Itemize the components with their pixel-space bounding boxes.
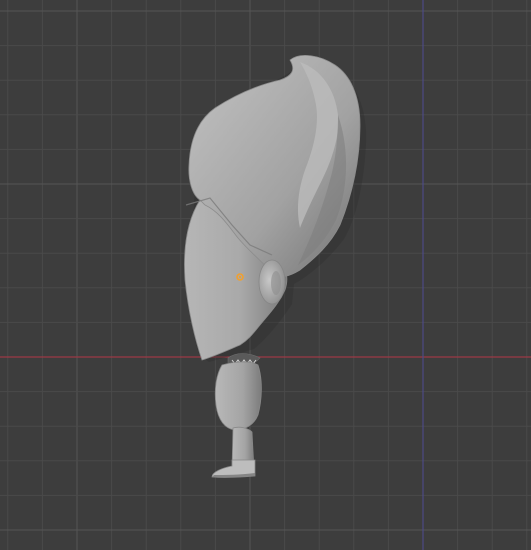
object-origin-dot (238, 275, 242, 279)
mesh-neck[interactable] (214, 361, 262, 431)
3d-viewport[interactable] (0, 0, 531, 550)
viewport-canvas[interactable] (0, 0, 531, 550)
character-mesh[interactable] (184, 55, 367, 478)
mesh-ear-inner (271, 271, 281, 295)
